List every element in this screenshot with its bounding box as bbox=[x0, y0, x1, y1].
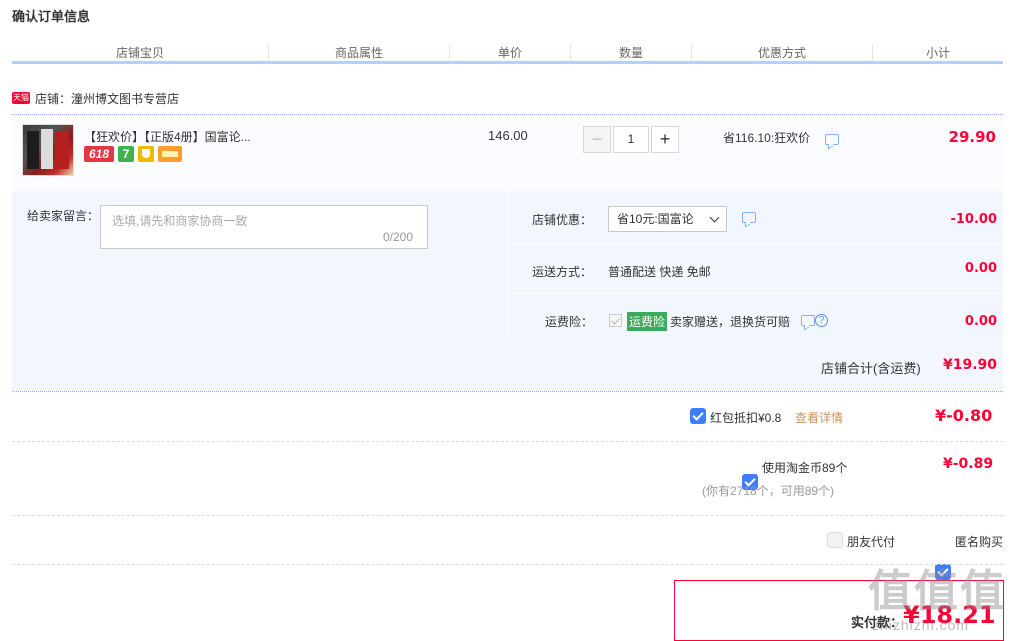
quantity-decrease-button[interactable]: − bbox=[583, 126, 611, 153]
chat-icon[interactable] bbox=[825, 134, 839, 145]
message-placeholder: 选填,请先和商家协商一致 bbox=[112, 214, 248, 228]
seven-day-return-icon: 7 bbox=[118, 146, 134, 162]
friend-pay-checkbox[interactable] bbox=[827, 532, 843, 548]
watermark-logo: 值值值 bbox=[868, 567, 1006, 616]
item-discount: 省116.10:狂欢价 bbox=[723, 131, 811, 145]
item-subtotal: 29.90 bbox=[948, 128, 996, 146]
red-packet-label: 红包抵扣¥0.8 bbox=[710, 411, 782, 425]
shipping-method: 普通配送 快递 免邮 bbox=[608, 265, 711, 279]
row-divider bbox=[508, 293, 1003, 294]
red-packet-checkbox[interactable] bbox=[690, 408, 706, 424]
insurance-checkbox bbox=[609, 314, 622, 327]
taojinbi-note: (你有2718个，可用89个) bbox=[702, 484, 835, 498]
watermark-url: zhizhizhi.com bbox=[872, 617, 970, 633]
insurance-tag: 运费险 bbox=[627, 312, 668, 331]
product-title[interactable]: 【狂欢价】【正版4册】国富论... bbox=[84, 128, 251, 145]
shipping-amount: 0.00 bbox=[964, 261, 997, 276]
red-packet-details-link[interactable]: 查看详情 bbox=[795, 409, 843, 426]
store-coupon-selected: 省10元:国富论 bbox=[617, 212, 694, 226]
guarantee-shield-icon bbox=[138, 146, 154, 162]
chevron-down-icon bbox=[709, 212, 720, 223]
header-unit-price: 单价 bbox=[497, 46, 522, 60]
row-divider bbox=[508, 244, 1003, 245]
store-total-divider bbox=[12, 391, 1003, 392]
chat-icon[interactable] bbox=[742, 212, 756, 223]
red-packet-amount: ¥-0.80 bbox=[935, 406, 993, 425]
store-total-label: 店铺合计(含运费) bbox=[821, 361, 921, 376]
message-label: 给卖家留言： bbox=[27, 209, 100, 223]
message-char-count: 0/200 bbox=[383, 230, 414, 244]
store-total-amount: ¥19.90 bbox=[943, 357, 998, 373]
friend-pay-label: 朋友代付 bbox=[847, 535, 896, 549]
taojinbi-label: 使用淘金币89个 bbox=[762, 461, 848, 475]
header-quantity: 数量 bbox=[618, 46, 643, 60]
header-subtotal: 小计 bbox=[925, 46, 950, 60]
product-thumbnail[interactable] bbox=[22, 124, 74, 176]
header-discount: 优惠方式 bbox=[757, 46, 806, 60]
anonymous-label: 匿名购买 bbox=[955, 535, 1004, 549]
insurance-description: 卖家赠送，退换货可赔 bbox=[670, 315, 791, 329]
insurance-amount: 0.00 bbox=[964, 314, 997, 329]
row-divider bbox=[12, 564, 1003, 565]
header-store-item: 店铺宝贝 bbox=[115, 46, 164, 60]
product-badges: 618 7 bbox=[84, 146, 182, 162]
store-coupon-label: 店铺优惠： bbox=[532, 213, 593, 227]
unit-price: 146.00 bbox=[488, 128, 528, 143]
row-divider bbox=[12, 515, 1003, 516]
taojinbi-amount: ¥-0.89 bbox=[943, 456, 994, 472]
tmall-icon: 天猫 bbox=[12, 92, 30, 104]
quantity-stepper: − 1 + bbox=[583, 126, 679, 153]
quantity-input[interactable]: 1 bbox=[613, 126, 649, 153]
quantity-increase-button[interactable]: + bbox=[651, 126, 679, 153]
header-underline bbox=[12, 61, 1003, 64]
store-row: 天猫 店铺：潼州博文图书专营店 bbox=[12, 88, 179, 108]
store-coupon-select[interactable]: 省10元:国富论 bbox=[608, 206, 727, 232]
store-coupon-amount: -10.00 bbox=[950, 212, 997, 227]
insurance-label: 运费险： bbox=[545, 315, 594, 329]
header-attributes: 商品属性 bbox=[334, 46, 383, 60]
shipping-label: 运送方式： bbox=[532, 265, 593, 279]
badge-618-icon: 618 bbox=[84, 146, 114, 162]
page-title: 确认订单信息 bbox=[12, 9, 91, 24]
row-divider bbox=[12, 441, 1003, 442]
chat-icon[interactable] bbox=[801, 315, 815, 326]
credit-card-icon bbox=[158, 146, 182, 162]
help-icon[interactable]: ? bbox=[815, 314, 828, 327]
item-divider bbox=[12, 114, 1003, 115]
store-name[interactable]: 店铺：潼州博文图书专营店 bbox=[35, 90, 179, 107]
